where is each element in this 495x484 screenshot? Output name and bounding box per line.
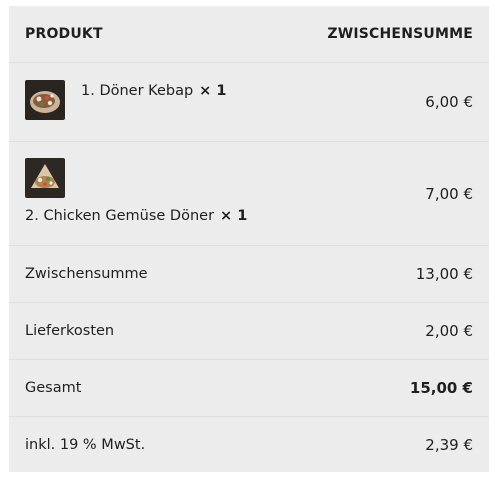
product-name: 1. Döner Kebap (81, 83, 194, 99)
product-price: 6,00 € (425, 93, 473, 111)
vat-label: inkl. 19 % MwSt. (25, 437, 146, 453)
total-row: Gesamt 15,00 € (9, 360, 489, 417)
delivery-cost-value: 2,00 € (425, 322, 473, 340)
table-row: 2. Chicken Gemüse Döner × 1 7,00 € (9, 142, 489, 246)
product-price: 7,00 € (425, 185, 473, 203)
delivery-cost-label: Lieferkosten (25, 323, 115, 339)
column-header-subtotal: ZWISCHENSUMME (327, 26, 473, 42)
vat-value: 2,39 € (425, 436, 473, 454)
subtotal-row: Zwischensumme 13,00 € (9, 246, 489, 303)
product-name-line: 2. Chicken Gemüse Döner × 1 (25, 208, 247, 224)
total-label: Gesamt (25, 380, 82, 396)
vat-row: inkl. 19 % MwSt. 2,39 € (9, 417, 489, 472)
subtotal-label: Zwischensumme (25, 266, 148, 282)
order-summary-table: PRODUKT ZWISCHENSUMME 1. Döner Kebap × 1 … (9, 6, 489, 472)
delivery-cost-row: Lieferkosten 2,00 € (9, 303, 489, 360)
product-name: 2. Chicken Gemüse Döner (25, 208, 215, 224)
table-header: PRODUKT ZWISCHENSUMME (9, 6, 489, 63)
doner-kebap-thumbnail (25, 80, 65, 120)
total-value: 15,00 € (409, 379, 473, 397)
product-quantity: × 1 (199, 83, 227, 99)
product-quantity: × 1 (220, 208, 248, 224)
chicken-doner-thumbnail (25, 158, 65, 198)
subtotal-value: 13,00 € (415, 265, 473, 283)
table-row: 1. Döner Kebap × 1 6,00 € (9, 63, 489, 142)
product-name-line: 1. Döner Kebap × 1 (81, 83, 226, 99)
column-header-product: PRODUKT (25, 26, 103, 42)
